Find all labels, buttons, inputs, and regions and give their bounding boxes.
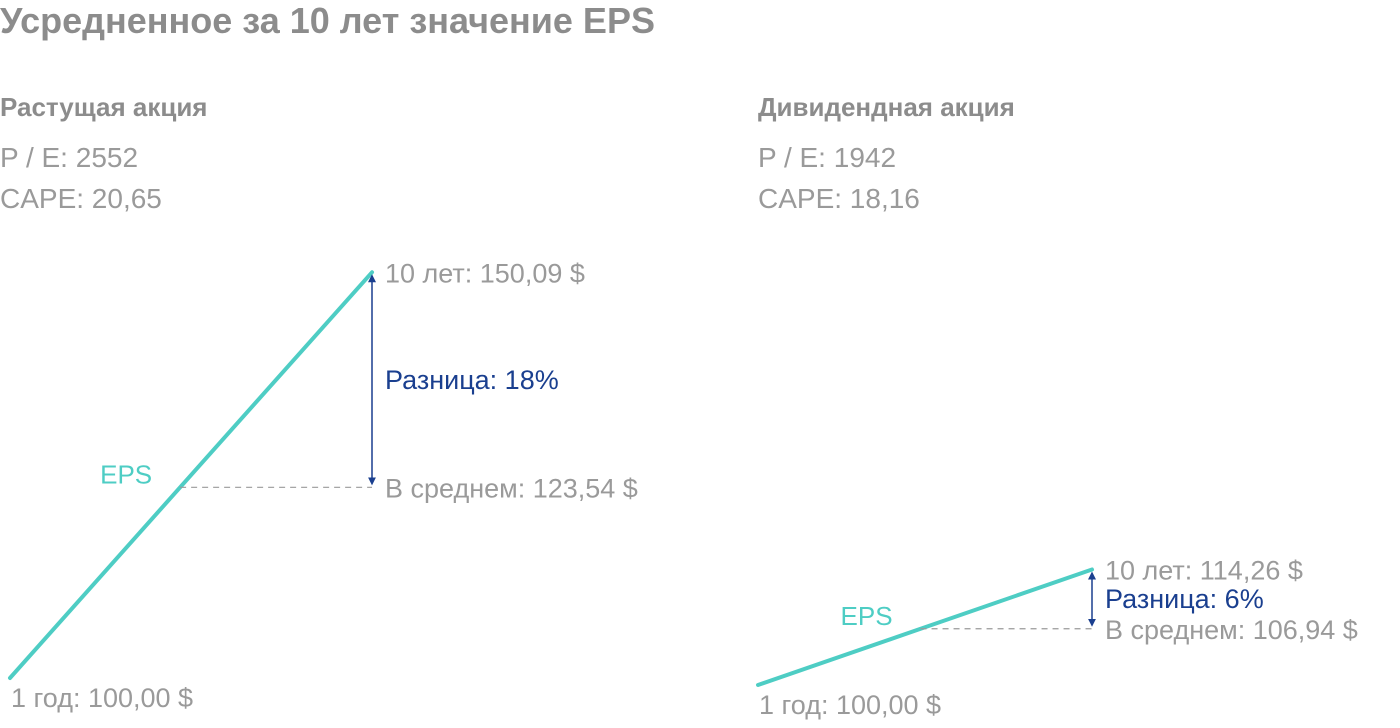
start-value-label: 1 год: 100,00 $ (11, 683, 193, 713)
average-value-label: В среднем: 123,54 $ (385, 473, 638, 503)
start-value-label: 1 год: 100,00 $ (759, 690, 941, 720)
eps-series-label: EPS (841, 601, 893, 631)
end-value-label: 10 лет: 114,26 $ (1105, 555, 1303, 585)
average-value-label: В среднем: 106,94 $ (1105, 615, 1358, 645)
eps-charts: 10 лет: 150,09 $ В среднем: 123,54 $ Разни… (8, 258, 1358, 720)
difference-label: Разница: 6% (1105, 584, 1264, 614)
eps-series-label: EPS (100, 459, 152, 489)
difference-label: Разница: 18% (385, 365, 559, 395)
end-value-label: 10 лет: 150,09 $ (385, 258, 585, 288)
eps-line (756, 567, 1094, 687)
eps-line (8, 270, 374, 680)
